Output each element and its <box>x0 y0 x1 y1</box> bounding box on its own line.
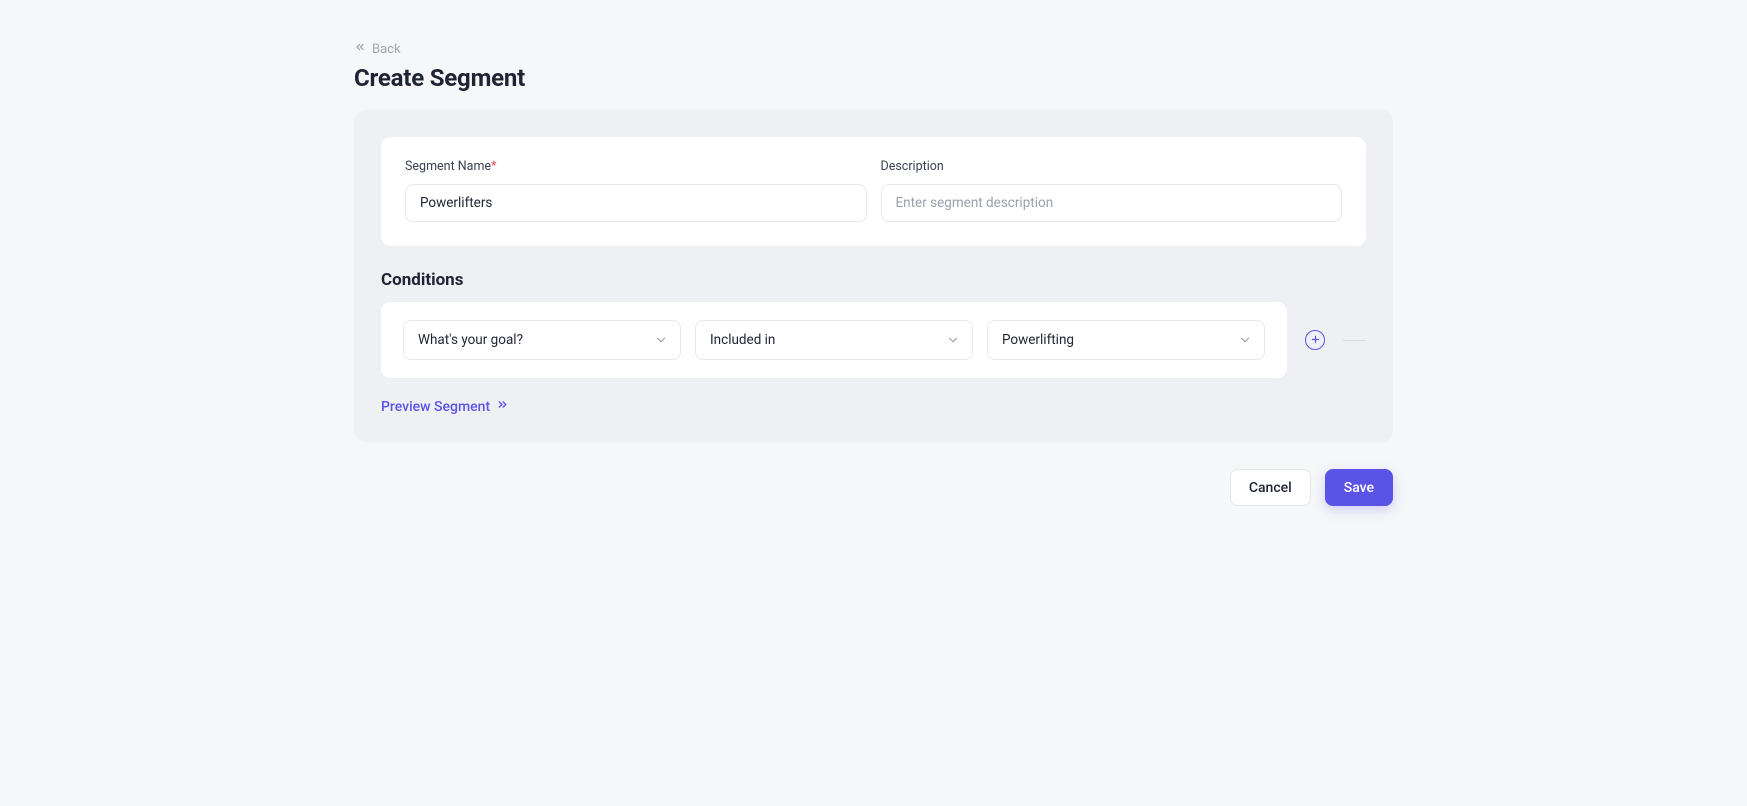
chevrons-left-icon <box>354 41 366 57</box>
segment-name-label-text: Segment Name <box>405 159 491 174</box>
name-description-card: Segment Name* Description <box>381 137 1366 246</box>
condition-value-select[interactable]: Powerlifting <box>987 320 1265 360</box>
plus-icon <box>1310 333 1321 348</box>
conditions-row: What's your goal? Included in Powerlifti… <box>381 302 1366 378</box>
description-input[interactable] <box>881 184 1343 222</box>
chevron-down-icon <box>946 333 960 347</box>
condition-connector-line <box>1343 340 1366 341</box>
footer-actions: Cancel Save <box>354 469 1393 506</box>
back-label: Back <box>372 42 401 57</box>
condition-operator-select[interactable]: Included in <box>695 320 973 360</box>
condition-field-value: What's your goal? <box>418 332 523 348</box>
chevron-down-icon <box>654 333 668 347</box>
preview-segment-link[interactable]: Preview Segment <box>381 398 509 415</box>
save-button[interactable]: Save <box>1325 469 1393 506</box>
segment-name-field: Segment Name* <box>405 159 867 222</box>
condition-field-select[interactable]: What's your goal? <box>403 320 681 360</box>
segment-name-label: Segment Name* <box>405 159 867 174</box>
required-asterisk: * <box>491 159 496 174</box>
condition-value-value: Powerlifting <box>1002 332 1074 348</box>
cancel-button[interactable]: Cancel <box>1230 469 1311 506</box>
condition-card: What's your goal? Included in Powerlifti… <box>381 302 1287 378</box>
preview-segment-label: Preview Segment <box>381 399 490 415</box>
description-label: Description <box>881 159 1343 174</box>
add-condition-button[interactable] <box>1305 330 1325 350</box>
condition-operator-value: Included in <box>710 332 775 348</box>
description-field: Description <box>881 159 1343 222</box>
page-title: Create Segment <box>354 64 1393 92</box>
main-panel: Segment Name* Description Conditions Wha… <box>354 110 1393 442</box>
chevron-down-icon <box>1238 333 1252 347</box>
conditions-heading: Conditions <box>381 270 1366 290</box>
segment-name-input[interactable] <box>405 184 867 222</box>
chevrons-right-icon <box>496 398 509 415</box>
back-link[interactable]: Back <box>354 41 401 57</box>
